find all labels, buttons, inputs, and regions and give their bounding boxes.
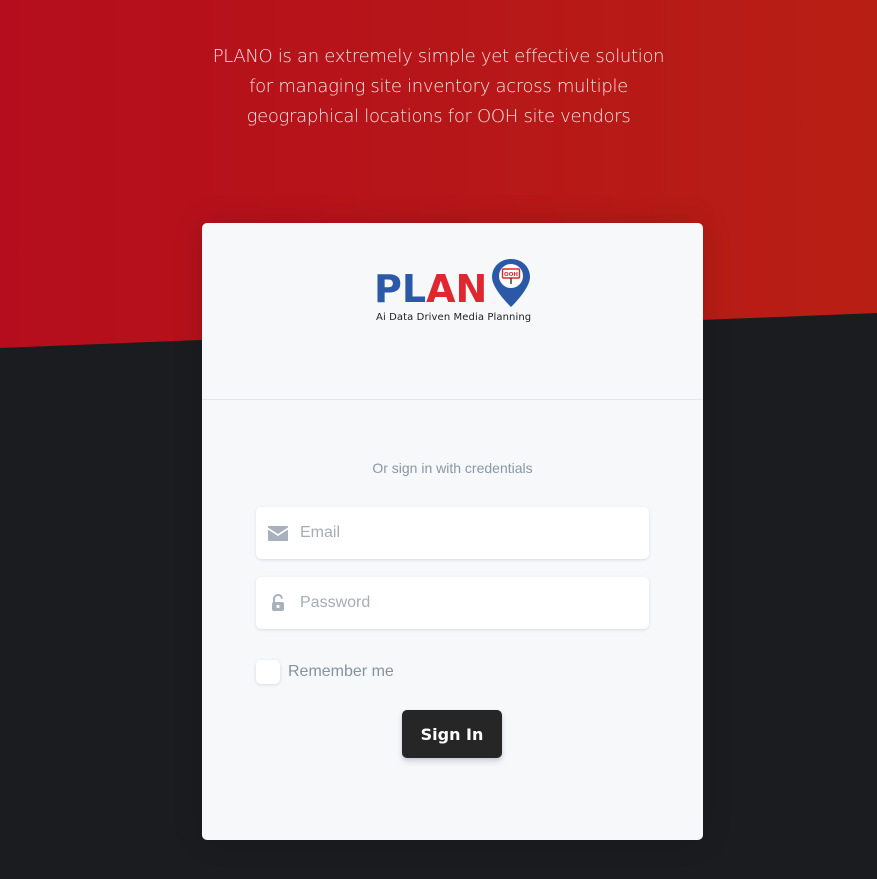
email-input-group[interactable] <box>256 507 649 559</box>
lock-open-icon <box>256 577 300 629</box>
logo-word-red: AN <box>426 267 488 311</box>
logo-word-blue: PL <box>374 267 427 311</box>
login-card: PLAN OOH Ai Data Driven Media Planning O… <box>202 223 703 840</box>
envelope-icon <box>256 507 300 559</box>
remember-me-label[interactable]: Remember me <box>288 663 394 681</box>
remember-me-checkbox[interactable] <box>256 660 280 684</box>
map-pin-icon: OOH <box>492 259 530 307</box>
logo-wordmark: PLAN <box>374 269 487 309</box>
plano-logo: PLAN OOH Ai Data Driven Media Planning <box>374 255 534 327</box>
login-card-header: PLAN OOH Ai Data Driven Media Planning <box>202 223 703 400</box>
remember-me-row[interactable]: Remember me <box>256 660 394 684</box>
hero-tagline: PLANO is an extremely simple yet effecti… <box>212 46 665 127</box>
signin-subtitle: Or sign in with credentials <box>372 460 533 476</box>
pin-billboard-text: OOH <box>504 272 518 278</box>
hero-tagline-container: PLANO is an extremely simple yet effecti… <box>0 42 877 132</box>
sign-in-button[interactable]: Sign In <box>402 710 502 758</box>
email-input[interactable] <box>300 513 630 553</box>
password-input-group[interactable] <box>256 577 649 629</box>
logo-tagline: Ai Data Driven Media Planning <box>376 312 532 323</box>
password-input[interactable] <box>300 583 630 623</box>
